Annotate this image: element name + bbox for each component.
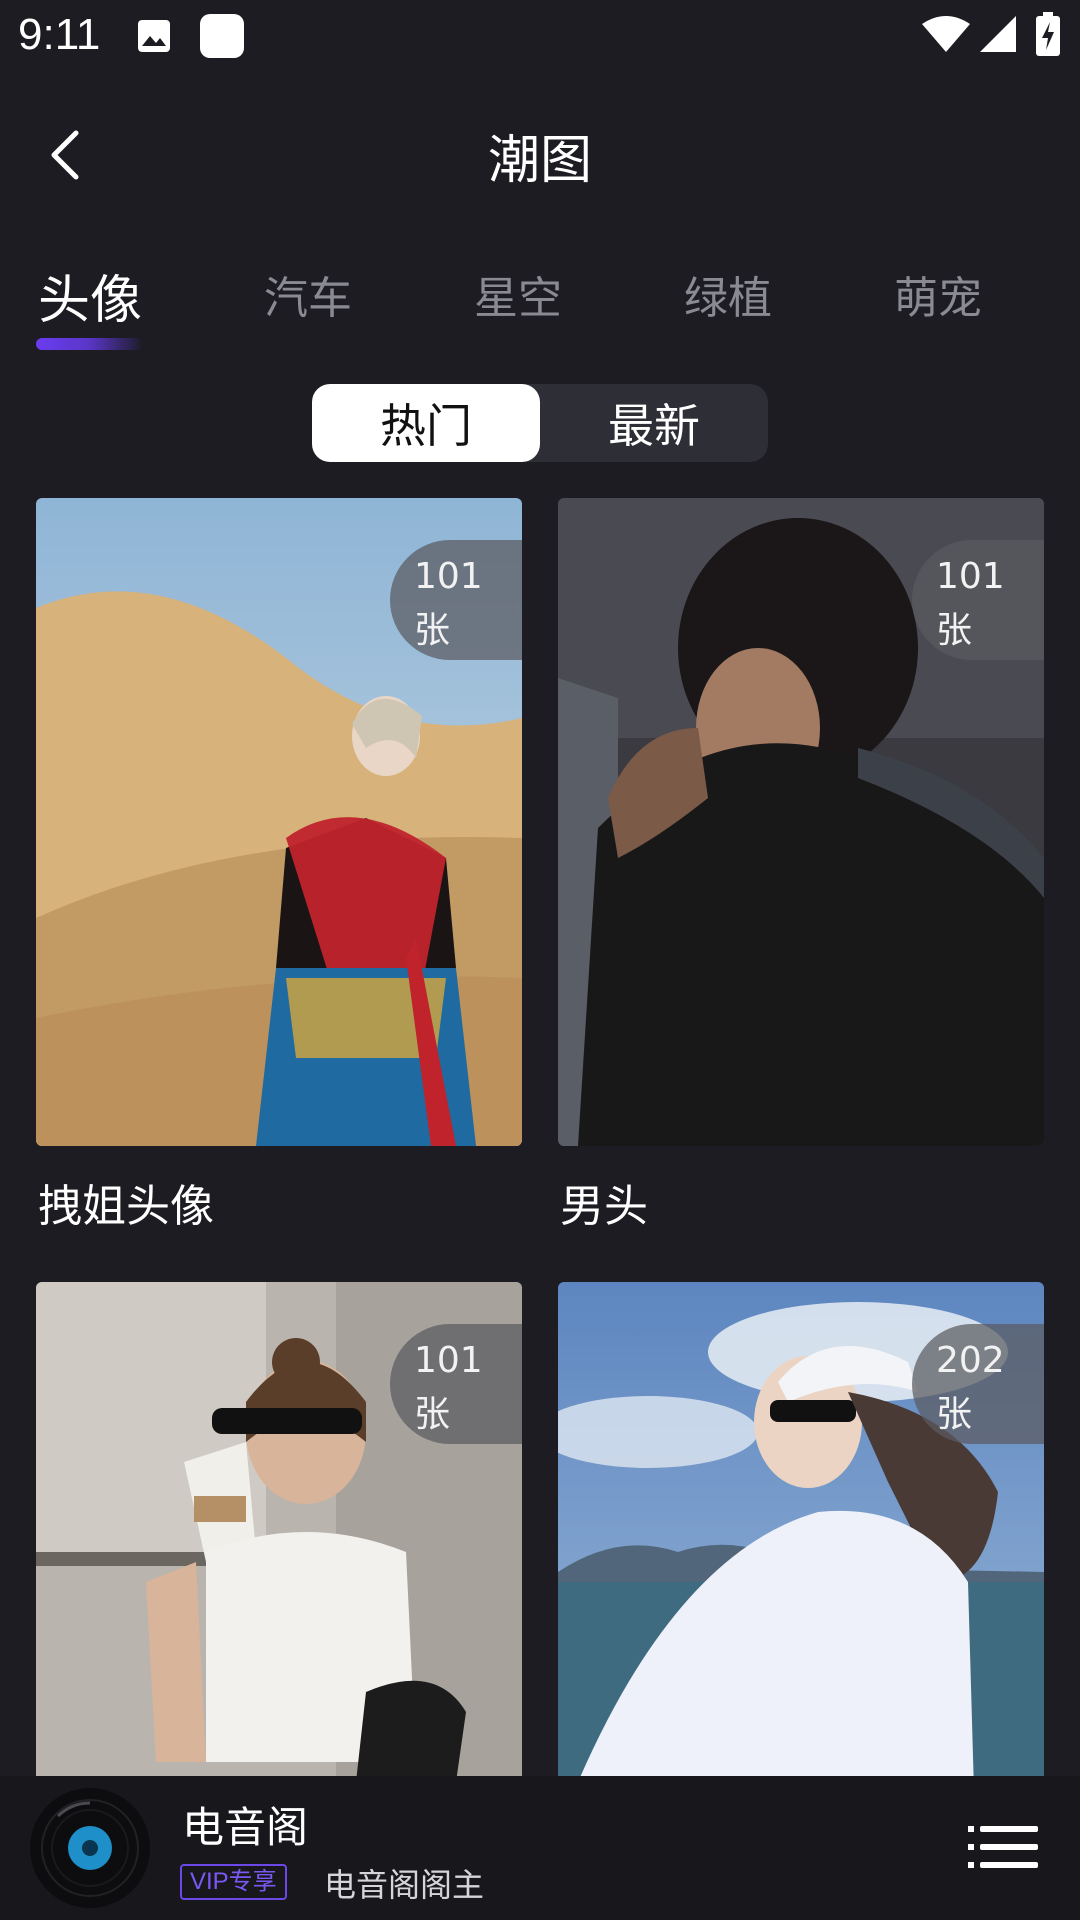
image-count: 101	[414, 556, 483, 597]
tab-avatar[interactable]: 头像	[10, 258, 170, 333]
signal-icon	[980, 16, 1016, 52]
image-count-badge: 101 张	[390, 540, 522, 660]
image-notification-icon	[138, 20, 170, 52]
segment-latest[interactable]: 最新	[540, 384, 768, 462]
image-count-unit: 张	[414, 610, 451, 651]
image-count: 101	[414, 1340, 483, 1381]
segment-hot[interactable]: 热门	[312, 384, 540, 462]
image-count-badge: 202 张	[912, 1324, 1044, 1444]
tab-indicator	[36, 338, 142, 350]
sort-segmented-control: 热门 最新	[312, 384, 768, 462]
tab-car[interactable]: 汽车	[228, 262, 388, 326]
image-count-badge: 101 张	[390, 1324, 522, 1444]
vinyl-disc-icon	[30, 1788, 150, 1908]
image-count-unit: 张	[936, 1394, 973, 1435]
player-track-name: 电音阁	[182, 1803, 309, 1852]
status-bar: 9:11	[0, 0, 1080, 72]
mini-player[interactable]: 电音阁 VIP专享 电音阁阁主	[0, 1776, 1080, 1920]
tab-plants[interactable]: 绿植	[648, 262, 808, 326]
album-title: 拽姐头像	[38, 1181, 214, 1232]
tab-starry-sky[interactable]: 星空	[438, 262, 598, 326]
playlist-icon[interactable]	[966, 1812, 1040, 1882]
category-tabs: 头像 汽车 星空 绿植 萌宠	[0, 262, 1080, 352]
battery-charging-icon	[1036, 12, 1060, 56]
vip-badge: VIP专享	[180, 1864, 287, 1900]
album-title: 男头	[560, 1181, 648, 1232]
album-cover-image[interactable]: 101 张	[558, 498, 1044, 1146]
image-count-badge: 101 张	[912, 540, 1044, 660]
album-cover-image[interactable]: 101 张	[36, 498, 522, 1146]
page-title: 潮图	[487, 131, 592, 191]
image-count-unit: 张	[936, 610, 973, 651]
image-count-unit: 张	[414, 1394, 451, 1435]
image-count: 202	[936, 1340, 1005, 1381]
wifi-icon	[922, 16, 970, 52]
player-artist: 电音阁阁主	[324, 1866, 485, 1904]
tab-pets[interactable]: 萌宠	[858, 262, 1018, 326]
image-count: 101	[936, 556, 1005, 597]
status-time: 9:11	[18, 10, 101, 59]
app-notification-icon	[200, 14, 244, 58]
